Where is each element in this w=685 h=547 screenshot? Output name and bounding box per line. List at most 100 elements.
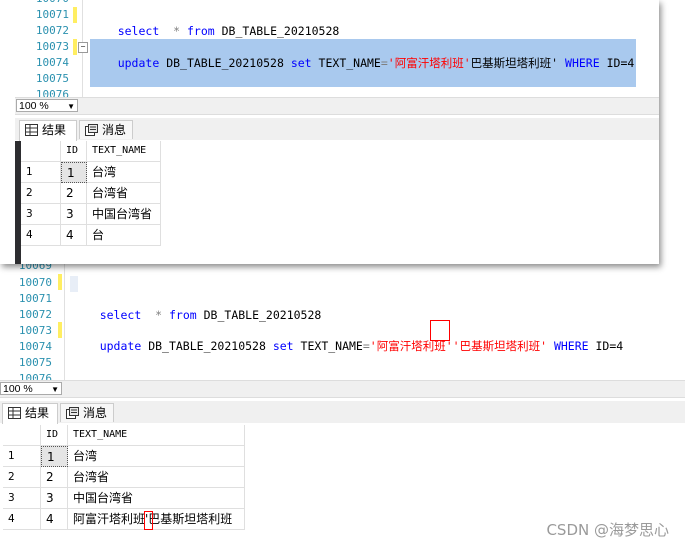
cell-text-name[interactable]: 中国台湾省 [68, 488, 245, 509]
row-number: 1 [21, 162, 61, 183]
change-marker [73, 7, 77, 23]
tab-messages[interactable]: 消息 [79, 120, 133, 139]
cell-text-name[interactable]: 台湾省 [87, 183, 161, 204]
tab-results[interactable]: 结果 [19, 120, 77, 141]
sql-update-line[interactable]: update DB_TABLE_20210528 set TEXT_NAME='… [72, 322, 624, 370]
cell-text-name[interactable]: 台 [87, 225, 161, 246]
tab-results-label: 结果 [42, 123, 67, 137]
table-name: DB_TABLE_20210528 [166, 56, 284, 70]
tab-results[interactable]: 结果 [2, 403, 58, 424]
cell-id[interactable]: 2 [41, 467, 68, 488]
unquoted-text: 巴基斯坦塔利班' [470, 56, 559, 70]
line-number: 10072 [35, 24, 69, 37]
where-condition: ID=4 [595, 339, 624, 353]
cell-text-name[interactable]: 台湾 [87, 162, 161, 183]
chevron-down-icon: ▼ [51, 385, 59, 394]
row-number: 2 [21, 183, 61, 204]
tab-results-label: 结果 [25, 406, 50, 420]
cell-id[interactable]: 1 [41, 446, 68, 467]
equals-operator: = [362, 339, 370, 353]
top-zoom-bar: 100 % ▼ [15, 97, 659, 115]
column-header-text-name[interactable]: TEXT_NAME [87, 141, 161, 162]
line-number: 10075 [18, 356, 52, 369]
table-name: DB_TABLE_20210528 [221, 24, 340, 38]
keyword-update: update [117, 56, 160, 70]
top-editor-panel: 10070 10071 10072 10073 10074 10075 1007… [0, 0, 659, 264]
line-number: 10075 [35, 72, 69, 85]
keyword-set: set [290, 56, 312, 70]
line-number: 10074 [18, 340, 52, 353]
line-number: 10074 [35, 56, 69, 69]
cell-text-name[interactable]: 阿富汗塔利班'巴基斯坦塔利班 [68, 509, 245, 530]
bottom-gutter: 10069 10070 10071 10072 10073 10074 1007… [0, 258, 64, 385]
table-name: DB_TABLE_20210528 [148, 339, 266, 353]
change-marker [58, 322, 62, 338]
top-results-tabs: 结果 消息 [15, 118, 659, 141]
grid-icon [8, 407, 21, 419]
top-gutter: 10070 10071 10072 10073 10074 10075 1007… [0, 0, 82, 97]
watermark: CSDN @海梦思心 [546, 521, 669, 539]
tab-messages-label: 消息 [102, 123, 127, 137]
zoom-value: 100 % [3, 383, 33, 395]
line-number: 10071 [35, 8, 69, 21]
messages-icon [85, 124, 98, 136]
column-header-id[interactable]: ID [61, 141, 87, 162]
keyword-where: WHERE [553, 339, 589, 353]
tab-messages[interactable]: 消息 [60, 403, 114, 422]
sql-update-line-selected[interactable]: update DB_TABLE_20210528 set TEXT_NAME='… [90, 39, 637, 87]
single-quote-highlight [144, 511, 153, 530]
keyword-select: select [99, 308, 142, 322]
row-number: 3 [3, 488, 41, 509]
line-number: 10070 [18, 276, 52, 289]
star-operator: * [173, 24, 181, 38]
keyword-set: set [272, 339, 294, 353]
collapse-icon[interactable]: − [78, 42, 88, 53]
grid-corner [21, 141, 61, 162]
line-number: 10071 [18, 292, 52, 305]
keyword-from: from [186, 24, 215, 38]
column-header-text-name[interactable]: TEXT_NAME [68, 425, 245, 446]
top-results-grid: ID TEXT_NAME 1 1 台湾 2 2 台湾省 3 3 中国台湾省 4 … [15, 141, 659, 264]
bottom-zoom-bar: 100 % ▼ [0, 380, 685, 398]
messages-icon [66, 407, 79, 419]
row-number: 2 [3, 467, 41, 488]
change-marker [58, 274, 62, 290]
cell-id[interactable]: 4 [61, 225, 87, 246]
column-name: TEXT_NAME [318, 56, 381, 70]
cell-id[interactable]: 3 [41, 488, 68, 509]
bottom-editor-panel: 10069 10070 10071 10072 10073 10074 1007… [0, 258, 685, 547]
cell-id[interactable]: 2 [61, 183, 87, 204]
zoom-value: 100 % [19, 100, 49, 112]
zoom-dropdown[interactable]: 100 % ▼ [16, 99, 78, 112]
column-header-id[interactable]: ID [41, 425, 68, 446]
string-literal: '阿富汗塔利班' [387, 56, 471, 70]
cell-text-name[interactable]: 台湾省 [68, 467, 245, 488]
row-number: 4 [3, 509, 41, 530]
row-number: 1 [3, 446, 41, 467]
line-number: 10073 [18, 324, 52, 337]
cell-id[interactable]: 4 [41, 509, 68, 530]
column-name: TEXT_NAME [300, 339, 363, 353]
cell-text-name[interactable]: 中国台湾省 [87, 204, 161, 225]
equals-operator: = [380, 56, 388, 70]
zoom-dropdown[interactable]: 100 % ▼ [0, 382, 62, 395]
cell-id[interactable]: 3 [61, 204, 87, 225]
star-operator: * [155, 308, 163, 322]
where-condition: ID=4 [606, 56, 635, 70]
change-marker [73, 39, 77, 55]
keyword-select: select [117, 24, 160, 38]
keyword-from: from [168, 308, 197, 322]
line-number: 10070 [0, 0, 69, 7]
string-literal: '阿富汗塔利班''巴基斯坦塔利班' [369, 339, 547, 353]
row-number: 4 [21, 225, 61, 246]
keyword-where: WHERE [565, 56, 600, 70]
line-number: 10073 [35, 40, 69, 53]
table-name: DB_TABLE_20210528 [203, 308, 322, 322]
row-number: 3 [21, 204, 61, 225]
cell-text-name[interactable]: 台湾 [68, 446, 245, 467]
line-number: 10076 [35, 88, 69, 97]
chevron-down-icon: ▼ [67, 102, 75, 111]
escaped-quote-highlight [430, 320, 450, 341]
cell-id[interactable]: 1 [61, 162, 87, 183]
tab-messages-label: 消息 [83, 406, 108, 420]
